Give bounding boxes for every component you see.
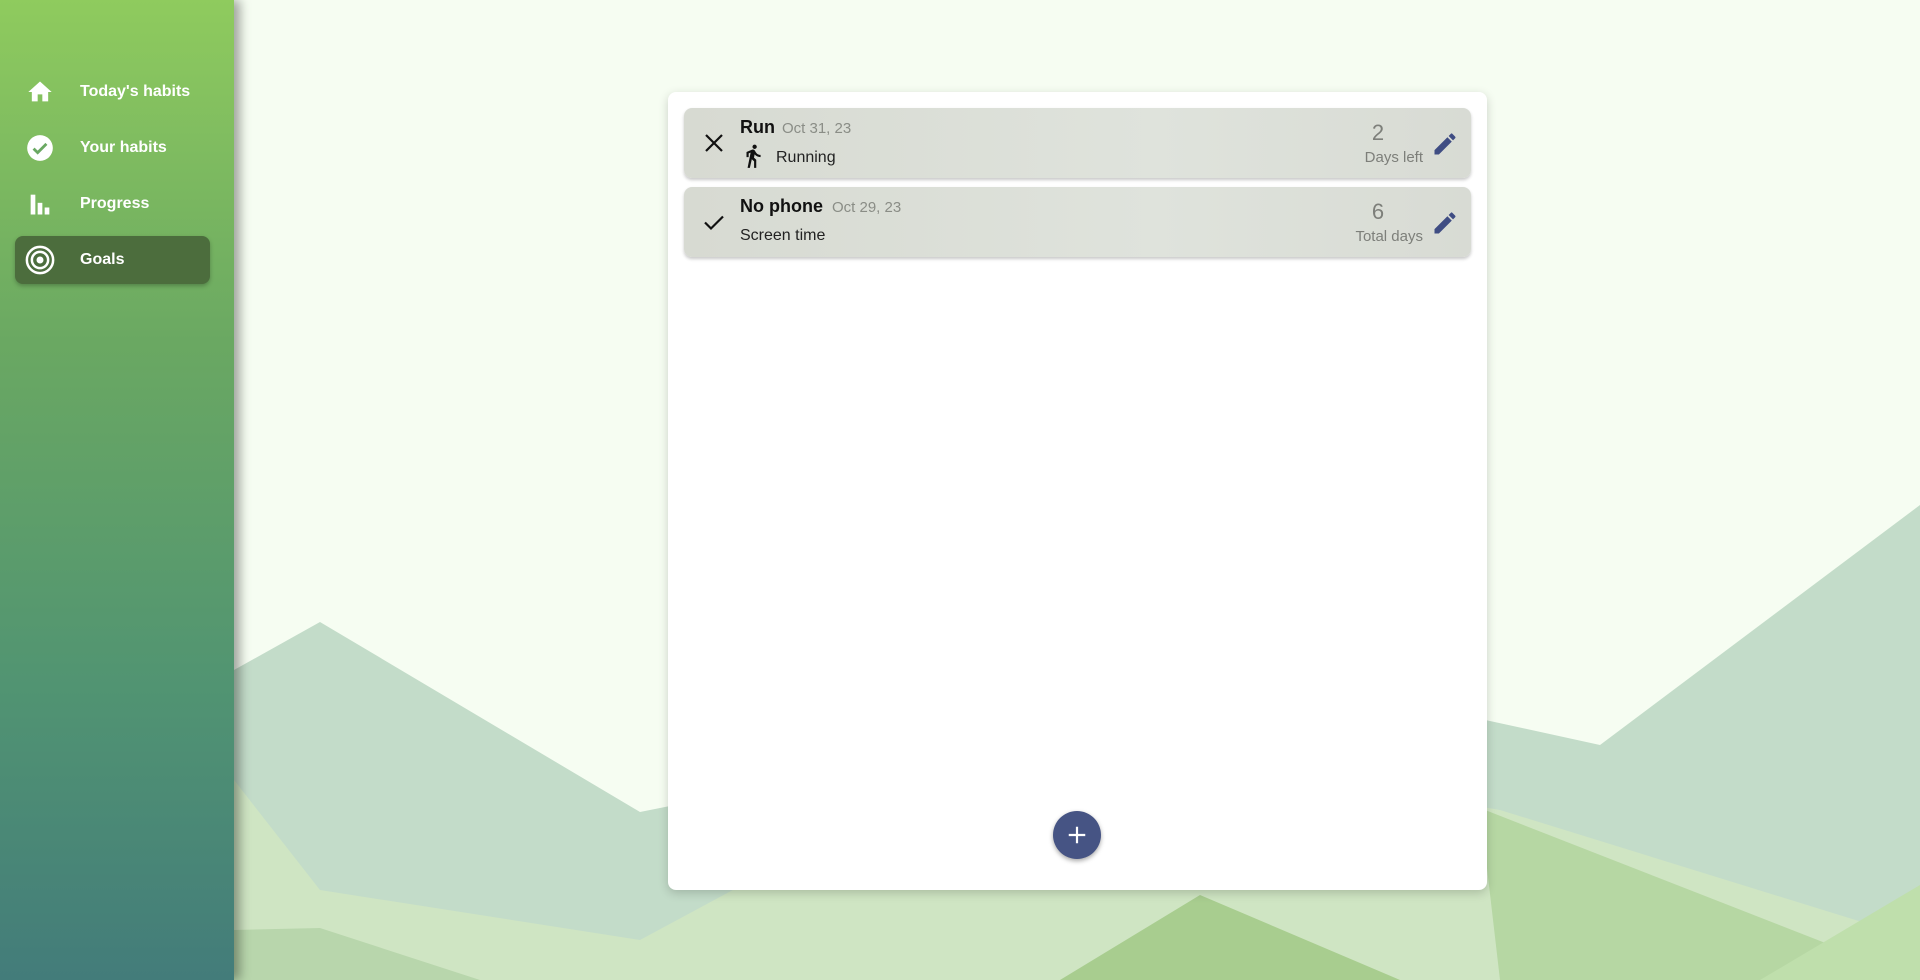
pencil-icon[interactable] (1431, 209, 1459, 237)
close-icon[interactable] (702, 131, 726, 155)
goal-category: Screen time (740, 227, 826, 244)
goal-count-value: 2 (1371, 120, 1385, 145)
goal-date: Oct 31, 23 (782, 120, 852, 137)
add-goal-button[interactable] (1053, 811, 1101, 859)
goal-card[interactable]: Run Oct 31, 23 Running 2 Days left (684, 108, 1471, 178)
check-circle-icon (25, 133, 55, 163)
goal-count-value: 6 (1371, 199, 1385, 224)
sidebar-item-todays-habits[interactable]: Today's habits (15, 68, 210, 116)
goal-date: Oct 29, 23 (832, 199, 902, 216)
goal-name: No phone (740, 196, 823, 216)
running-person-icon (740, 142, 766, 170)
sidebar-item-your-habits[interactable]: Your habits (15, 124, 210, 172)
sidebar-item-label: Your habits (80, 139, 167, 156)
goal-count: 2 (1333, 120, 1423, 146)
sidebar: Today's habits Your habits Progress Goal… (0, 0, 234, 980)
plus-icon (1068, 826, 1086, 844)
goal-name: Run (740, 117, 775, 137)
bar-chart-icon (25, 189, 55, 219)
sidebar-item-label: Progress (80, 195, 150, 212)
checkmark-icon[interactable] (702, 210, 726, 234)
goal-card[interactable]: No phone Oct 29, 23 Screen time 6 Total … (684, 187, 1471, 257)
sidebar-nav: Today's habits Your habits Progress Goal… (15, 68, 210, 292)
goal-count-label: Days left (1364, 149, 1423, 166)
goal-count: 6 (1333, 199, 1423, 225)
goal-category: Running (776, 149, 836, 166)
goal-count-label: Total days (1355, 228, 1423, 245)
sidebar-item-goals[interactable]: Goals (15, 236, 210, 284)
target-icon (25, 245, 55, 275)
sidebar-item-progress[interactable]: Progress (15, 180, 210, 228)
goals-panel: Run Oct 31, 23 Running 2 Days left No ph… (668, 92, 1487, 890)
sidebar-item-label: Goals (80, 251, 125, 268)
sidebar-item-label: Today's habits (80, 83, 191, 100)
pencil-icon[interactable] (1431, 130, 1459, 158)
home-icon (25, 77, 55, 107)
